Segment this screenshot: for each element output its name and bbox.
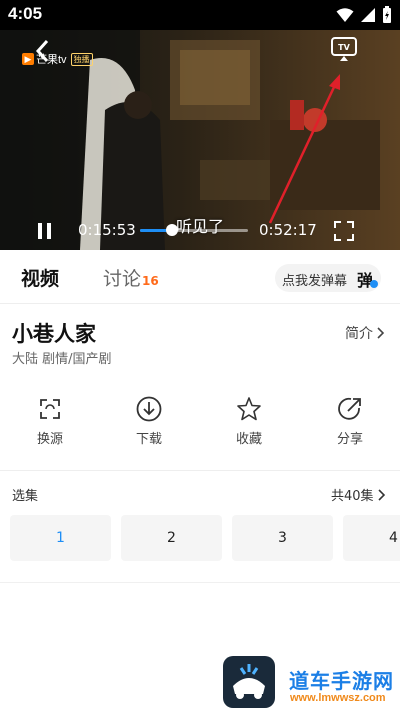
action-label: 收藏 bbox=[235, 432, 262, 447]
video-player[interactable]: ▶ 芒果tv 独播 TV 听见了 0:15:53 0:52:17 bbox=[0, 30, 400, 250]
episodes-total-button[interactable]: 共40集 bbox=[331, 485, 386, 504]
tab-discuss[interactable]: 讨论16 bbox=[103, 264, 159, 291]
watermark-text: 道车手游网 bbox=[289, 669, 394, 693]
duration-time: 0:52:17 bbox=[259, 221, 317, 239]
episode-item[interactable]: 3 bbox=[232, 515, 333, 561]
switch-source-button[interactable]: 换源 bbox=[20, 396, 80, 456]
watermark-url: www.lmwwsz.com bbox=[290, 692, 386, 704]
show-meta: 大陆 剧情/国产剧 bbox=[12, 352, 112, 367]
chevron-right-icon bbox=[377, 488, 385, 501]
pause-icon[interactable] bbox=[36, 222, 54, 240]
status-icons bbox=[336, 6, 392, 24]
status-time: 4:05 bbox=[8, 4, 43, 23]
share-icon bbox=[338, 397, 361, 420]
fullscreen-icon[interactable] bbox=[334, 221, 354, 241]
action-row: 换源 下载 收藏 分享 bbox=[0, 396, 400, 456]
star-icon bbox=[237, 397, 261, 421]
danmaku-prompt: 点我发弹幕 bbox=[282, 274, 348, 289]
watermark-logo-icon bbox=[223, 656, 275, 708]
show-title: 小巷人家 bbox=[12, 322, 96, 346]
intro-button[interactable]: 简介 bbox=[345, 323, 385, 343]
switch-source-icon bbox=[40, 399, 60, 419]
intro-label: 简介 bbox=[345, 326, 373, 342]
share-button[interactable]: 分享 bbox=[320, 396, 380, 456]
episode-item[interactable]: 1 bbox=[10, 515, 111, 561]
tab-video[interactable]: 视频 bbox=[21, 264, 59, 291]
signal-icon bbox=[361, 8, 375, 22]
player-controls: 0:15:53 0:52:17 bbox=[0, 216, 400, 250]
wifi-icon bbox=[336, 8, 354, 22]
battery-icon bbox=[383, 6, 391, 23]
action-label: 换源 bbox=[36, 432, 63, 447]
episodes-total: 共40集 bbox=[331, 489, 374, 504]
current-time: 0:15:53 bbox=[78, 221, 136, 239]
episode-item[interactable]: 2 bbox=[121, 515, 222, 561]
danmaku-icon: 弹 bbox=[357, 271, 374, 290]
action-label: 分享 bbox=[336, 432, 363, 447]
section-divider bbox=[0, 582, 400, 583]
progress-knob[interactable] bbox=[166, 224, 179, 236]
tab-bar: 视频 讨论16 点我发弹幕 弹 bbox=[0, 252, 400, 304]
danmaku-check-icon bbox=[370, 280, 378, 288]
chevron-right-icon bbox=[377, 327, 385, 339]
tab-discuss-label: 讨论 bbox=[103, 268, 142, 290]
episodes-header: 选集 bbox=[12, 489, 39, 504]
download-icon bbox=[136, 396, 162, 422]
progress-bar[interactable] bbox=[140, 224, 248, 236]
section-divider bbox=[0, 470, 400, 471]
danmaku-input-button[interactable]: 点我发弹幕 弹 bbox=[275, 264, 381, 292]
favorite-button[interactable]: 收藏 bbox=[219, 396, 279, 456]
episode-list: 1 2 3 4 bbox=[10, 515, 400, 561]
episode-item[interactable]: 4 bbox=[343, 515, 400, 561]
action-label: 下载 bbox=[135, 432, 162, 447]
download-button[interactable]: 下载 bbox=[119, 396, 179, 456]
status-bar: 4:05 bbox=[0, 0, 400, 30]
discuss-count-badge: 16 bbox=[142, 274, 159, 288]
